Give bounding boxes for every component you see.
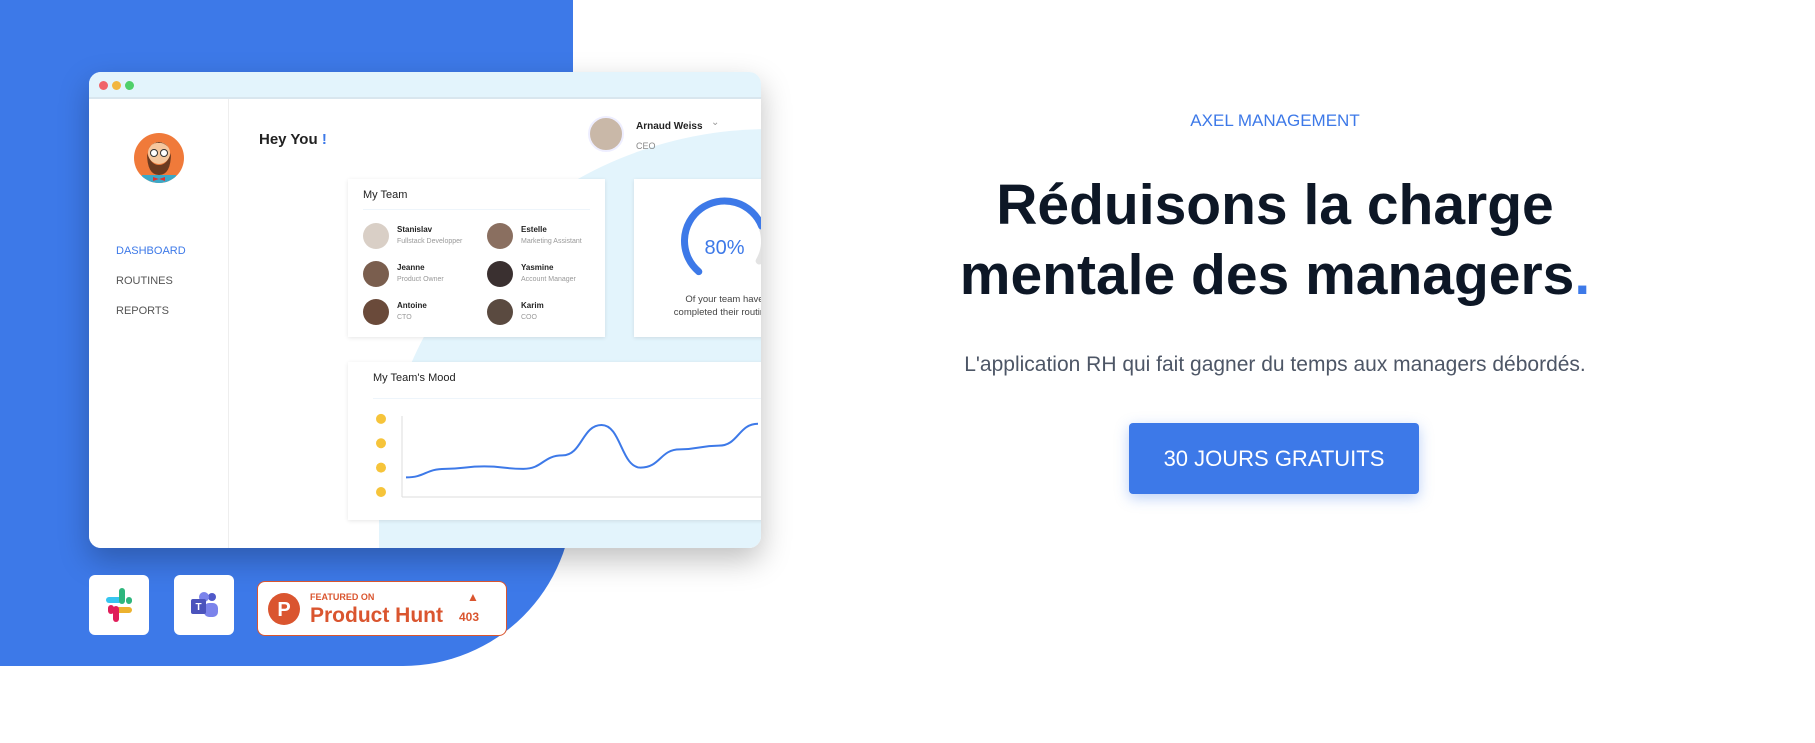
app-preview-window: DASHBOARD ROUTINES REPORTS Hey You ! Arn… (89, 72, 761, 548)
product-hunt-icon: P (268, 593, 300, 625)
nav-item-reports[interactable]: REPORTS (116, 305, 169, 317)
routines-gauge-card: 80% Of your team have completed their rou… (634, 179, 761, 337)
team-member[interactable]: Karim COO (487, 297, 607, 327)
free-trial-button[interactable]: 30 JOURS GRATUITS (1129, 423, 1419, 494)
happy-emoji (376, 438, 386, 449)
window-titlebar (89, 72, 761, 99)
maximize-dot-icon (125, 81, 134, 90)
team-member[interactable]: Estelle Marketing Assistant (487, 221, 607, 251)
member-role: Marketing Assistant (521, 238, 582, 245)
team-member[interactable]: Yasmine Account Manager (487, 259, 607, 289)
nav-item-dashboard[interactable]: DASHBOARD (116, 245, 186, 257)
svg-text:P: P (277, 599, 290, 621)
user-role: CEO (636, 141, 656, 151)
headline: Réduisons la charge mentale des managers… (880, 170, 1670, 310)
member-name: Antoine (397, 301, 427, 310)
caption-line: completed their routines (673, 307, 761, 318)
headline-line: Réduisons la charge (996, 173, 1554, 237)
very-happy-emoji (376, 413, 386, 424)
slack-icon (106, 588, 132, 622)
sad-emoji (376, 462, 386, 473)
chevron-down-icon[interactable]: ⌄ (711, 117, 719, 128)
greeting-mark: ! (321, 131, 327, 148)
teams-icon: T (191, 592, 218, 617)
team-member[interactable]: Stanislav Fullstack Developper (363, 221, 483, 251)
greeting: Hey You ! (259, 131, 327, 148)
member-photo (487, 261, 513, 287)
mood-line (405, 422, 759, 479)
very-sad-emoji (376, 487, 386, 497)
member-photo (487, 223, 513, 249)
product-hunt-name: Product Hunt (310, 604, 443, 627)
headline-period: . (1574, 243, 1591, 307)
featured-on-label: FEATURED ON (310, 592, 375, 602)
my-team-title: My Team (363, 189, 408, 201)
user-name[interactable]: Arnaud Weiss (636, 121, 703, 132)
slack-badge[interactable] (89, 575, 149, 635)
member-role: CTO (397, 314, 412, 321)
teams-badge[interactable]: T (174, 575, 234, 635)
minimize-dot-icon (112, 81, 121, 90)
upvote-triangle-icon: ▲ (467, 590, 479, 604)
mood-chart (376, 413, 761, 498)
gauge-caption: Of your team have completed their routine… (634, 293, 761, 319)
my-team-card: My Team Stanislav Fullstack Developper Es… (348, 179, 605, 337)
member-name: Estelle (521, 225, 547, 234)
member-role: Product Owner (397, 276, 444, 283)
eyebrow-label: AXEL MANAGEMENT (1190, 111, 1360, 130)
member-name: Karim (521, 301, 544, 310)
nav-item-routines[interactable]: ROUTINES (116, 275, 173, 287)
vote-count: 403 (459, 610, 480, 624)
gauge-percent: 80% (704, 237, 745, 259)
member-role: Fullstack Developper (397, 238, 463, 245)
close-dot-icon (99, 81, 108, 90)
mood-card: My Team's Mood (348, 362, 761, 520)
member-name: Jeanne (397, 263, 425, 272)
member-name: Yasmine (521, 263, 554, 272)
divider (363, 209, 590, 210)
team-member[interactable]: Antoine CTO (363, 297, 483, 327)
caption-line: Of your team have (685, 294, 761, 305)
product-hunt-badge[interactable]: P FEATURED ON Product Hunt ▲ 403 (257, 581, 507, 636)
member-photo (363, 223, 389, 249)
sidebar: DASHBOARD ROUTINES REPORTS (89, 99, 229, 548)
greeting-text: Hey You (259, 131, 318, 148)
member-photo (487, 299, 513, 325)
member-photo (363, 261, 389, 287)
hero-subtitle: L'application RH qui fait gagner du temp… (964, 353, 1586, 376)
member-name: Stanislav (397, 225, 433, 234)
member-photo (363, 299, 389, 325)
headline-line: mentale des managers (959, 243, 1575, 307)
svg-text:T: T (195, 602, 201, 613)
bearded-avatar-icon (134, 133, 184, 183)
member-role: Account Manager (521, 276, 576, 283)
dashboard-main: Hey You ! Arnaud Weiss CEO ⌄ My Team Sta… (229, 99, 761, 548)
member-role: COO (521, 314, 537, 321)
user-avatar[interactable] (588, 116, 624, 152)
team-member[interactable]: Jeanne Product Owner (363, 259, 483, 289)
